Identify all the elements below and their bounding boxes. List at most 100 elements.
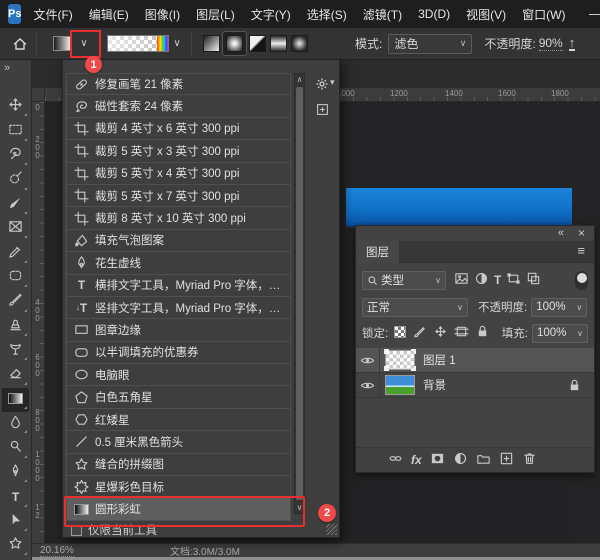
move-tool[interactable] [2, 95, 29, 119]
preset-item-7[interactable]: 填充气泡图案 [66, 230, 291, 252]
delete-icon[interactable] [522, 451, 537, 469]
dodge-tool[interactable] [2, 436, 29, 460]
menu-item-0[interactable]: 文件(F) [33, 6, 72, 23]
filter-type-select[interactable]: 类型 ∨ [362, 271, 446, 290]
adjustment-filter-icon[interactable] [474, 271, 489, 289]
preset-item-5[interactable]: 裁剪 5 英寸 x 7 英寸 300 ppi [66, 185, 291, 207]
menu-item-3[interactable]: 图层(L) [196, 6, 235, 23]
linear-gradient-button[interactable] [202, 34, 221, 53]
gradient-preview[interactable] [107, 35, 169, 52]
filter-toggle[interactable] [575, 271, 588, 290]
resize-grip[interactable] [326, 524, 337, 535]
preset-scrollbar[interactable]: ∧ ∨ [294, 73, 305, 514]
angle-gradient-button[interactable] [248, 34, 267, 53]
layer-row-0[interactable]: 图层 1 [356, 348, 594, 373]
layer-fill-select[interactable]: 100% ∨ [532, 324, 588, 343]
menu-item-6[interactable]: 滤镜(T) [363, 6, 402, 23]
eye-icon[interactable] [356, 348, 380, 372]
layer-blend-mode-select[interactable]: 正常 ∨ [362, 298, 468, 317]
tab-layers[interactable]: 图层 [356, 241, 399, 263]
gradient-tool[interactable] [2, 388, 29, 412]
group-icon[interactable] [476, 451, 491, 469]
adjustment-icon[interactable] [453, 451, 468, 469]
preset-item-3[interactable]: 裁剪 5 英寸 x 3 英寸 300 ppi [66, 140, 291, 162]
scroll-up-icon[interactable]: ∧ [295, 74, 304, 85]
panel-menu-icon[interactable]: ≡ [577, 243, 585, 258]
eyedropper-tool[interactable] [2, 241, 29, 265]
lock-transparent-icon[interactable] [394, 326, 406, 341]
shape-filter-icon[interactable] [506, 271, 521, 289]
radial-gradient-button[interactable] [223, 32, 246, 55]
minimize-button[interactable]: — [581, 0, 600, 28]
preset-item-4[interactable]: 裁剪 5 英寸 x 4 英寸 300 ppi [66, 163, 291, 185]
layer-name[interactable]: 背景 [423, 377, 446, 393]
clone-stamp-tool[interactable] [2, 315, 29, 339]
menu-item-4[interactable]: 文字(Y) [251, 6, 291, 23]
layer-opacity-select[interactable]: 100% ∨ [531, 298, 587, 317]
preset-item-11[interactable]: 图章边缘 [66, 319, 291, 341]
collapse-panel-button[interactable]: » [4, 62, 9, 74]
mask-icon[interactable] [430, 451, 445, 469]
preset-item-16[interactable]: 0.5 厘米黑色箭头 [66, 431, 291, 453]
layer-row-1[interactable]: 背景 [356, 373, 594, 398]
layer-thumbnail[interactable] [385, 350, 415, 370]
gradient-picker-arrow[interactable]: ∨ [169, 38, 185, 49]
reflected-gradient-button[interactable] [269, 34, 288, 53]
layer-name[interactable]: 图层 1 [423, 352, 456, 368]
close-panel-icon[interactable]: × [578, 226, 585, 241]
preset-item-13[interactable]: 电脑眼 [66, 364, 291, 386]
path-selection-tool[interactable] [2, 510, 29, 534]
preset-item-12[interactable]: 以半调填充的优惠券 [66, 342, 291, 364]
tool-preset-thumbnail[interactable] [53, 36, 71, 51]
fx-icon[interactable]: fx [411, 453, 422, 467]
lock-paint-icon[interactable] [412, 324, 427, 342]
lock-move-icon[interactable] [433, 324, 448, 342]
preset-item-17[interactable]: 缝合的拼缀图 [66, 454, 291, 476]
rectangular-marquee-tool[interactable] [2, 119, 29, 143]
eraser-tool[interactable] [2, 363, 29, 387]
preset-settings[interactable]: ▾ [315, 77, 335, 91]
quick-selection-tool[interactable] [2, 168, 29, 192]
layer-thumbnail[interactable] [385, 375, 415, 395]
menu-item-5[interactable]: 选择(S) [307, 6, 347, 23]
menu-item-1[interactable]: 编辑(E) [89, 6, 129, 23]
history-brush-tool[interactable] [2, 339, 29, 363]
menu-item-7[interactable]: 3D(D) [418, 7, 450, 21]
blend-mode-select[interactable]: 滤色 ∨ [388, 34, 472, 54]
preset-item-0[interactable]: 修复画笔 21 像素 [66, 73, 291, 95]
home-icon[interactable] [10, 36, 30, 52]
type-filter-icon[interactable]: T [494, 274, 501, 287]
menu-item-2[interactable]: 图像(I) [145, 6, 180, 23]
lock-all-icon[interactable] [475, 324, 490, 342]
blur-tool[interactable] [2, 412, 29, 436]
lock-artboard-icon[interactable] [454, 324, 469, 342]
pen-tool[interactable] [2, 461, 29, 485]
link-icon[interactable] [388, 451, 403, 469]
scrollbar-thumb[interactable] [296, 87, 303, 500]
eye-icon[interactable] [356, 373, 380, 397]
brush-tool[interactable] [2, 290, 29, 314]
image-filter-icon[interactable] [454, 271, 469, 289]
smart-object-filter-icon[interactable] [526, 271, 541, 289]
preset-item-9[interactable]: T横排文字工具，Myriad Pro 字体，… [66, 275, 291, 297]
healing-patch-tool[interactable] [2, 266, 29, 290]
menu-item-8[interactable]: 视图(V) [466, 6, 506, 23]
opacity-value[interactable]: 90% [539, 36, 563, 51]
zoom-level[interactable]: 20.16% [40, 545, 74, 557]
new-layer-icon[interactable] [499, 451, 514, 469]
preset-item-2[interactable]: 裁剪 4 英寸 x 6 英寸 300 ppi [66, 118, 291, 140]
frame-tool[interactable] [2, 217, 29, 241]
opacity-scrubber-icon[interactable]: ↑ [569, 36, 576, 51]
menu-item-9[interactable]: 窗口(W) [522, 6, 565, 23]
custom-shape-tool[interactable] [2, 534, 29, 558]
preset-item-15[interactable]: 红矮星 [66, 409, 291, 431]
crop-tool[interactable] [2, 193, 29, 217]
preset-item-6[interactable]: 裁剪 8 英寸 x 10 英寸 300 ppi [66, 207, 291, 229]
collapse-panels-icon[interactable]: « [558, 226, 564, 241]
preset-item-10[interactable]: ↓T竖排文字工具，Myriad Pro 字体，… [66, 297, 291, 319]
lasso-tool[interactable] [2, 144, 29, 168]
preset-item-1[interactable]: 磁性套索 24 像素 [66, 95, 291, 117]
new-preset-button[interactable] [316, 103, 329, 121]
preset-item-8[interactable]: 花生虚线 [66, 252, 291, 274]
type-tool[interactable]: T [2, 485, 29, 509]
